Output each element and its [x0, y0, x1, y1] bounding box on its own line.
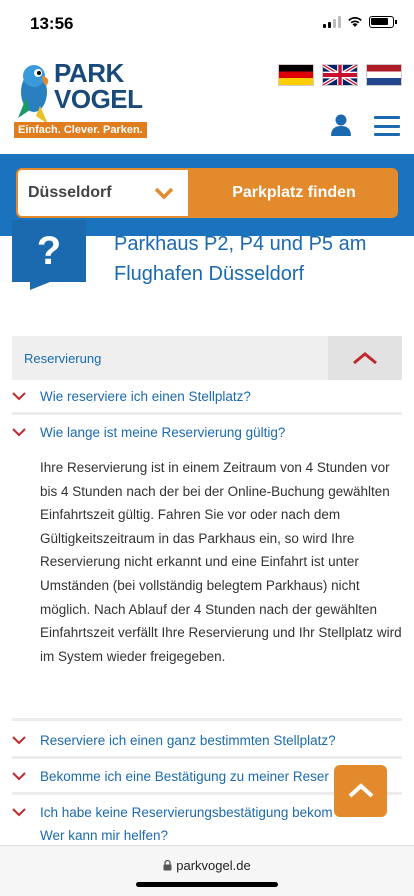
logo-text-park: PARK	[54, 58, 124, 88]
lock-icon	[163, 859, 172, 871]
logo-wordmark: PARK VOGEL	[54, 60, 143, 112]
chevron-down-icon	[12, 807, 26, 816]
menu-icon[interactable]	[374, 116, 400, 136]
wifi-icon	[348, 17, 362, 27]
url-display[interactable]: parkvogel.de	[0, 858, 414, 873]
chevron-down-icon	[12, 427, 26, 436]
faq-section-label: Reservierung	[24, 350, 102, 366]
divider	[12, 756, 402, 759]
find-parking-button[interactable]: Parkplatz finden	[190, 168, 398, 218]
status-icons	[323, 16, 397, 28]
flag-uk-icon[interactable]	[322, 64, 358, 86]
logo-tagline: Einfach. Clever. Parken.	[14, 122, 147, 138]
faq-question: Wer kann mir helfen?	[40, 827, 169, 843]
faq-question: Bekomme ich eine Bestätigung zu meiner R…	[40, 768, 329, 784]
home-indicator[interactable]	[136, 882, 278, 887]
chevron-down-icon	[12, 771, 26, 780]
chevron-down-icon	[12, 391, 26, 400]
faq-item[interactable]: Wie reserviere ich einen Stellplatz?	[12, 386, 402, 406]
question-glyph: ?	[36, 228, 62, 273]
page-title: Parkhaus P2, P4 und P5 am Flughafen Düss…	[114, 233, 367, 285]
faq-question: Wie lange ist meine Reservierung gültig?	[40, 424, 286, 440]
faq-section-header[interactable]: Reservierung	[12, 336, 402, 380]
chevron-down-icon	[154, 187, 174, 200]
faq-question: Reserviere ich einen ganz bestimmten Ste…	[40, 732, 336, 748]
chevron-up-icon	[353, 352, 377, 365]
divider	[12, 412, 402, 415]
signal-icon	[323, 16, 341, 28]
faq-answer: Ihre Reservierung ist in einem Zeitraum …	[40, 460, 402, 664]
faq-item-expanded[interactable]: Wie lange ist meine Reservierung gültig?	[12, 422, 402, 442]
faq-item[interactable]: Reserviere ich einen ganz bestimmten Ste…	[12, 730, 402, 750]
question-icon-tail	[30, 282, 50, 290]
url-text: parkvogel.de	[176, 858, 251, 873]
question-icon: ?	[12, 220, 86, 282]
faq-question-continued[interactable]: Wer kann mir helfen?	[12, 826, 402, 844]
site-header: PARK VOGEL Einfach. Clever. Parken.	[0, 48, 414, 154]
user-icon[interactable]	[330, 114, 352, 136]
faq-question: Wie reserviere ich einen Stellplatz?	[40, 388, 251, 404]
status-bar: 13:56	[0, 0, 414, 48]
chevron-up-icon	[348, 783, 373, 798]
battery-icon	[369, 16, 397, 28]
scroll-to-top-button[interactable]	[334, 765, 387, 817]
divider	[12, 718, 402, 721]
flag-de-icon[interactable]	[278, 64, 314, 86]
city-select[interactable]: Düsseldorf	[16, 168, 190, 218]
chevron-down-icon	[12, 735, 26, 744]
browser-url-bar[interactable]: parkvogel.de	[0, 845, 414, 896]
section-collapse-toggle[interactable]	[328, 336, 402, 380]
status-time: 13:56	[30, 14, 74, 33]
city-select-value: Düsseldorf	[28, 184, 112, 201]
parkvogel-logo[interactable]: PARK VOGEL Einfach. Clever. Parken.	[12, 58, 147, 148]
faq-question: Ich habe keine Reservierungsbestätigung …	[40, 804, 333, 820]
flag-nl-icon[interactable]	[366, 64, 402, 86]
language-switcher	[278, 64, 402, 86]
logo-text-vogel: VOGEL	[54, 84, 143, 114]
